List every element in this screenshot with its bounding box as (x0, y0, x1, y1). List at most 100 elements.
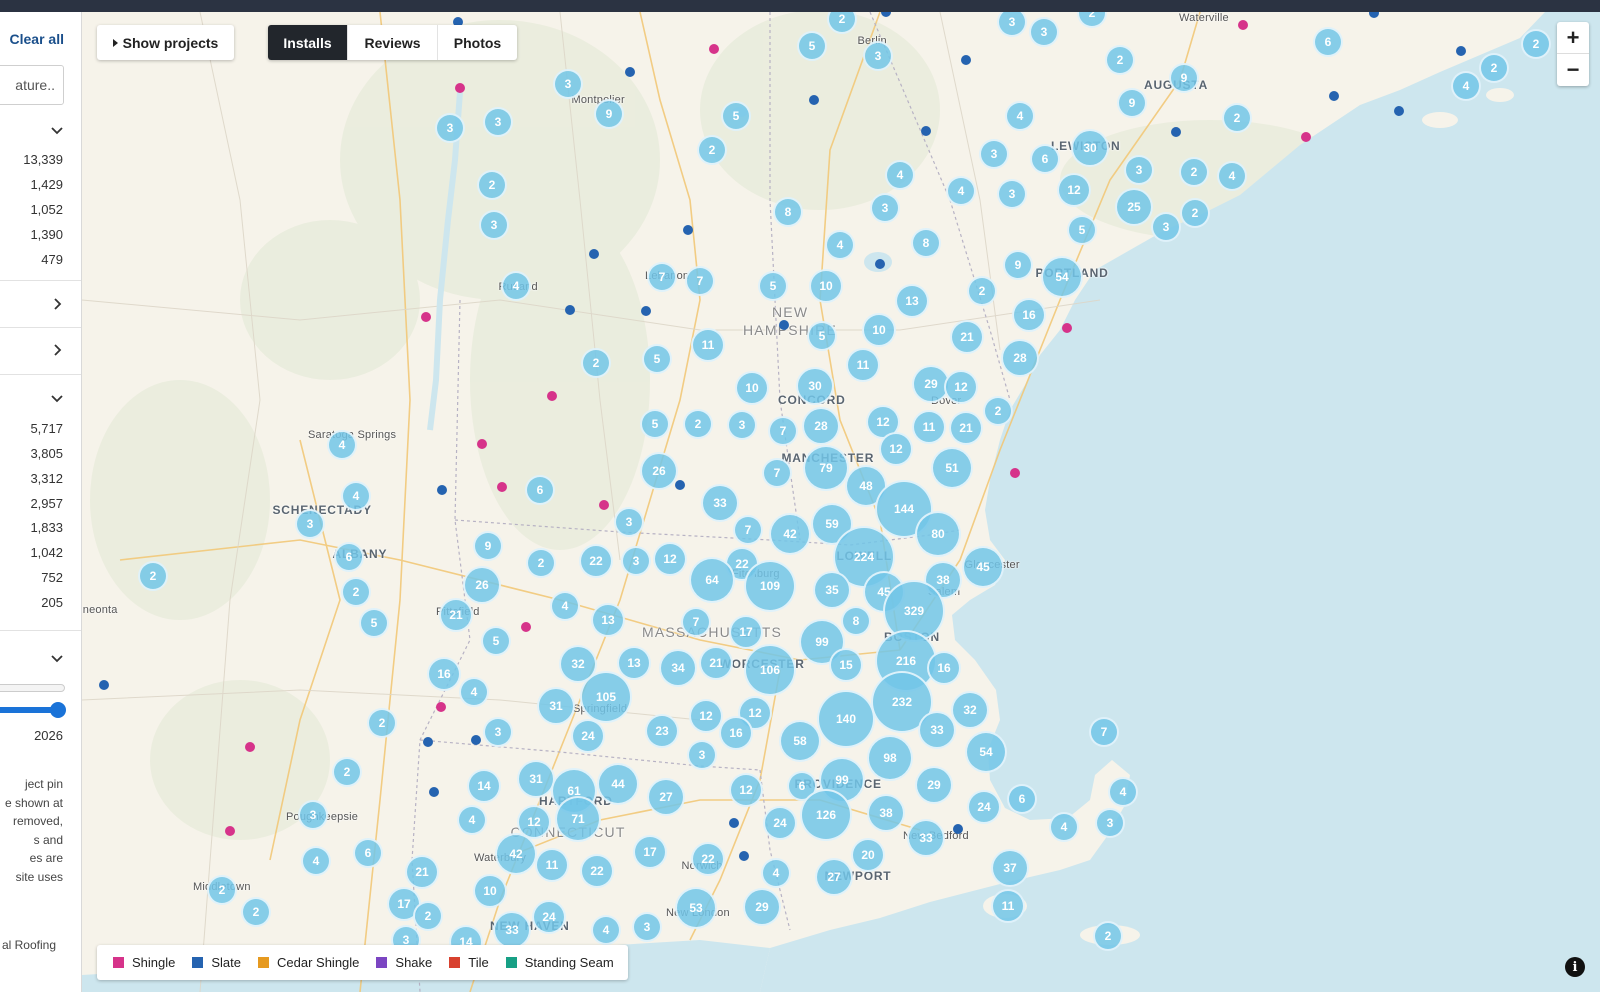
cluster-marker[interactable]: 6 (1007, 784, 1037, 814)
cluster-marker[interactable]: 3 (727, 410, 757, 440)
cluster-marker[interactable]: 7 (733, 515, 763, 545)
project-pin[interactable] (437, 485, 447, 495)
project-pin[interactable] (809, 95, 819, 105)
cluster-marker[interactable]: 16 (719, 716, 753, 750)
cluster-marker[interactable]: 3 (1151, 212, 1181, 242)
cluster-marker[interactable]: 3 (614, 507, 644, 537)
cluster-marker[interactable]: 2 (341, 577, 371, 607)
year-slider-handle[interactable] (50, 702, 66, 718)
cluster-marker[interactable]: 13 (617, 646, 651, 680)
cluster-marker[interactable]: 26 (640, 452, 678, 490)
cluster-marker[interactable]: 12 (729, 773, 763, 807)
cluster-marker[interactable]: 2 (1179, 157, 1209, 187)
zoom-in-button[interactable]: + (1557, 22, 1589, 54)
cluster-marker[interactable]: 9 (1169, 63, 1199, 93)
cluster-marker[interactable]: 10 (862, 313, 896, 347)
cluster-marker[interactable]: 4 (301, 846, 331, 876)
cluster-marker[interactable]: 21 (439, 598, 473, 632)
cluster-marker[interactable]: 2 (207, 875, 237, 905)
cluster-marker[interactable]: 13 (591, 603, 625, 637)
project-pin[interactable] (921, 126, 931, 136)
cluster-marker[interactable]: 2 (413, 901, 443, 931)
cluster-marker[interactable]: 2 (683, 409, 713, 439)
cluster-marker[interactable]: 3 (435, 113, 465, 143)
cluster-marker[interactable]: 126 (800, 789, 852, 841)
cluster-marker[interactable]: 5 (807, 321, 837, 351)
project-pin[interactable] (99, 680, 109, 690)
cluster-marker[interactable]: 10 (473, 874, 507, 908)
project-pin[interactable] (709, 44, 719, 54)
cluster-marker[interactable]: 22 (691, 842, 725, 876)
cluster-marker[interactable]: 21 (950, 320, 984, 354)
cluster-marker[interactable]: 4 (946, 176, 976, 206)
cluster-marker[interactable]: 5 (797, 31, 827, 61)
project-pin[interactable] (953, 824, 963, 834)
cluster-marker[interactable]: 4 (591, 915, 621, 945)
cluster-marker[interactable]: 79 (803, 445, 849, 491)
cluster-marker[interactable]: 3 (483, 107, 513, 137)
cluster-marker[interactable]: 9 (473, 531, 503, 561)
cluster-marker[interactable]: 2 (1180, 198, 1210, 228)
cluster-marker[interactable]: 3 (1124, 155, 1154, 185)
cluster-marker[interactable]: 3 (621, 546, 651, 576)
cluster-marker[interactable]: 5 (640, 409, 670, 439)
cluster-marker[interactable]: 13 (895, 284, 929, 318)
chevron-right-icon[interactable] (51, 298, 63, 310)
cluster-marker[interactable]: 6 (334, 542, 364, 572)
cluster-marker[interactable]: 11 (912, 410, 946, 444)
info-icon[interactable]: i (1565, 957, 1585, 977)
project-pin[interactable] (471, 735, 481, 745)
cluster-marker[interactable]: 2 (1521, 29, 1551, 59)
cluster-marker[interactable]: 33 (918, 711, 956, 749)
cluster-marker[interactable]: 4 (341, 481, 371, 511)
cluster-marker[interactable]: 10 (809, 269, 843, 303)
map-canvas[interactable]: MontpelierBerlinAUGUSTAWatervilleLEWISTO… (82, 12, 1600, 992)
cluster-marker[interactable]: 8 (911, 228, 941, 258)
project-pin[interactable] (729, 818, 739, 828)
project-pin[interactable] (429, 787, 439, 797)
cluster-marker[interactable]: 2 (367, 708, 397, 738)
cluster-marker[interactable]: 6 (1030, 144, 1060, 174)
cluster-marker[interactable]: 2 (697, 135, 727, 165)
cluster-marker[interactable]: 4 (550, 591, 580, 621)
project-pin[interactable] (589, 249, 599, 259)
cluster-marker[interactable]: 3 (553, 69, 583, 99)
cluster-marker[interactable]: 2 (138, 561, 168, 591)
cluster-marker[interactable]: 45 (962, 546, 1004, 588)
cluster-marker[interactable]: 21 (405, 855, 439, 889)
cluster-marker[interactable]: 8 (773, 197, 803, 227)
cluster-marker[interactable]: 54 (965, 731, 1007, 773)
cluster-marker[interactable]: 22 (579, 544, 613, 578)
cluster-marker[interactable]: 23 (645, 714, 679, 748)
cluster-marker[interactable]: 31 (537, 687, 575, 725)
year-slider-track[interactable] (0, 684, 65, 692)
project-pin[interactable] (675, 480, 685, 490)
cluster-marker[interactable]: 106 (744, 644, 796, 696)
cluster-marker[interactable]: 33 (907, 819, 945, 857)
cluster-marker[interactable]: 105 (580, 671, 632, 723)
project-pin[interactable] (497, 482, 507, 492)
cluster-marker[interactable]: 24 (763, 806, 797, 840)
cluster-marker[interactable]: 7 (768, 416, 798, 446)
cluster-marker[interactable]: 12 (944, 370, 978, 404)
cluster-marker[interactable]: 5 (1067, 215, 1097, 245)
cluster-marker[interactable]: 17 (633, 835, 667, 869)
cluster-marker[interactable]: 4 (1005, 101, 1035, 131)
cluster-marker[interactable]: 6 (1313, 27, 1343, 57)
cluster-marker[interactable]: 2 (241, 897, 271, 927)
cluster-marker[interactable]: 8 (841, 606, 871, 636)
chevron-down-icon[interactable] (51, 124, 63, 136)
cluster-marker[interactable]: 3 (632, 912, 662, 942)
cluster-marker[interactable]: 44 (597, 763, 639, 805)
project-pin[interactable] (1394, 106, 1404, 116)
cluster-marker[interactable]: 109 (744, 560, 796, 612)
project-pin[interactable] (455, 83, 465, 93)
cluster-marker[interactable]: 27 (815, 858, 853, 896)
project-pin[interactable] (1329, 91, 1339, 101)
cluster-marker[interactable]: 10 (735, 371, 769, 405)
project-pin[interactable] (1238, 20, 1248, 30)
cluster-marker[interactable]: 7 (762, 458, 792, 488)
cluster-marker[interactable]: 30 (1071, 129, 1109, 167)
cluster-marker[interactable]: 24 (532, 900, 566, 934)
clear-all-link[interactable]: Clear all (10, 31, 64, 47)
